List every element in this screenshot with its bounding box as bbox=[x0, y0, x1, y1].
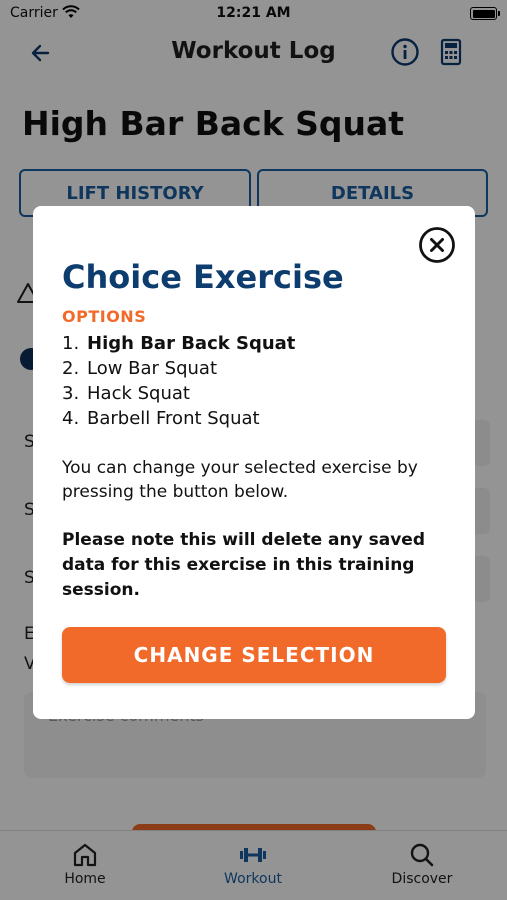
option-item: 4. Barbell Front Squat bbox=[62, 406, 295, 431]
close-icon[interactable] bbox=[418, 226, 456, 264]
change-instruction-text: You can change your selected exercise by… bbox=[62, 458, 418, 502]
delete-warning-text: Please note this will delete any saved d… bbox=[62, 530, 425, 600]
options-list: 1. High Bar Back Squat 2. Low Bar Squat 3.… bbox=[62, 331, 295, 431]
modal-title: Choice Exercise bbox=[62, 258, 344, 296]
option-name: Hack Squat bbox=[87, 383, 190, 404]
option-number: 3. bbox=[62, 383, 80, 404]
options-label: OPTIONS bbox=[62, 307, 147, 326]
option-item-selected: 1. High Bar Back Squat bbox=[62, 331, 295, 356]
option-item: 2. Low Bar Squat bbox=[62, 356, 295, 381]
option-number: 2. bbox=[62, 358, 80, 379]
option-name: Low Bar Squat bbox=[87, 358, 218, 379]
option-item: 3. Hack Squat bbox=[62, 381, 295, 406]
choice-exercise-modal: Choice Exercise OPTIONS 1. High Bar Back … bbox=[33, 206, 475, 719]
option-name: Barbell Front Squat bbox=[87, 408, 260, 429]
option-name: High Bar Back Squat bbox=[87, 333, 296, 354]
change-selection-button[interactable]: CHANGE SELECTION bbox=[62, 627, 446, 683]
option-number: 1. bbox=[62, 333, 80, 354]
option-number: 4. bbox=[62, 408, 80, 429]
